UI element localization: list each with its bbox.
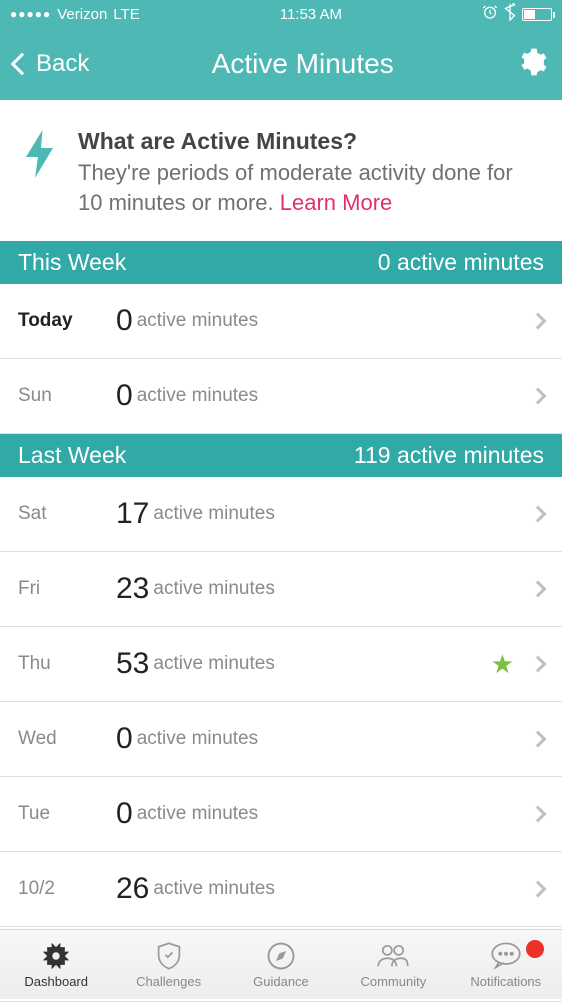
info-card: What are Active Minutes? They're periods… <box>0 100 562 241</box>
day-row[interactable]: Today0 active minutes <box>0 284 562 359</box>
minutes-unit: active minutes <box>137 728 258 750</box>
tab-dashboard[interactable]: Dashboard <box>0 940 112 989</box>
day-row[interactable]: Tue0 active minutes <box>0 777 562 852</box>
chevron-right-icon <box>530 313 547 330</box>
tab-label: Guidance <box>253 974 309 989</box>
back-label: Back <box>36 50 89 78</box>
section-header: Last Week 119 active minutes <box>0 434 562 477</box>
section-total: 0 active minutes <box>378 249 544 276</box>
dashboard-icon <box>41 940 71 972</box>
chevron-right-icon <box>530 581 547 598</box>
tab-label: Challenges <box>136 974 201 989</box>
day-row[interactable]: Sat17 active minutes <box>0 477 562 552</box>
bolt-icon <box>22 130 60 217</box>
section-header: This Week 0 active minutes <box>0 241 562 284</box>
day-label: Today <box>18 310 116 332</box>
chevron-right-icon <box>530 388 547 405</box>
day-row[interactable]: Thu53 active minutes ★ <box>0 627 562 702</box>
chevron-right-icon <box>530 806 547 823</box>
section-total: 119 active minutes <box>354 442 544 469</box>
minutes-value: 0 <box>116 379 133 413</box>
day-label: Fri <box>18 578 116 600</box>
minutes-unit: active minutes <box>137 803 258 825</box>
minutes-unit: active minutes <box>153 653 274 675</box>
nav-bar: Back Active Minutes <box>0 28 562 100</box>
back-button[interactable]: Back <box>14 50 89 78</box>
speech-icon <box>490 940 522 972</box>
tab-label: Community <box>360 974 426 989</box>
minutes-value: 17 <box>116 497 149 531</box>
day-row[interactable]: Wed0 active minutes <box>0 702 562 777</box>
minutes-value: 0 <box>116 304 133 338</box>
bluetooth-icon <box>504 3 516 25</box>
day-label: Sun <box>18 385 116 407</box>
page-title: Active Minutes <box>212 48 394 80</box>
info-title: What are Active Minutes? <box>78 128 540 155</box>
minutes-value: 53 <box>116 647 149 681</box>
day-label: Tue <box>18 803 116 825</box>
tab-challenges[interactable]: Challenges <box>112 940 224 989</box>
day-label: Wed <box>18 728 116 750</box>
tab-label: Notifications <box>470 974 541 989</box>
chevron-right-icon <box>530 731 547 748</box>
tab-label: Dashboard <box>24 974 88 989</box>
tab-guidance[interactable]: Guidance <box>225 940 337 989</box>
gear-icon <box>516 46 548 78</box>
network-label: LTE <box>113 6 139 23</box>
section-title: Last Week <box>18 442 126 469</box>
minutes-unit: active minutes <box>137 310 258 332</box>
tab-notifications[interactable]: Notifications <box>450 940 562 989</box>
compass-icon <box>266 940 296 972</box>
day-row[interactable]: Fri23 active minutes <box>0 552 562 627</box>
shield-icon <box>155 940 183 972</box>
day-label: Sat <box>18 503 116 525</box>
carrier-label: Verizon <box>57 6 107 23</box>
minutes-unit: active minutes <box>153 878 274 900</box>
learn-more-link[interactable]: Learn More <box>280 190 393 215</box>
minutes-unit: active minutes <box>153 578 274 600</box>
day-label: 10/2 <box>18 878 116 900</box>
status-bar: ●●●●● Verizon LTE 11:53 AM <box>0 0 562 28</box>
day-row[interactable]: Sun0 active minutes <box>0 359 562 434</box>
minutes-value: 0 <box>116 722 133 756</box>
day-row[interactable]: 10/226 active minutes <box>0 852 562 927</box>
status-time: 11:53 AM <box>280 6 342 23</box>
day-label: Thu <box>18 653 116 675</box>
chevron-right-icon <box>530 506 547 523</box>
chevron-right-icon <box>530 881 547 898</box>
settings-button[interactable] <box>516 46 548 83</box>
chevron-right-icon <box>530 656 547 673</box>
minutes-value: 23 <box>116 572 149 606</box>
minutes-unit: active minutes <box>153 503 274 525</box>
alarm-icon <box>482 4 498 24</box>
tab-community[interactable]: Community <box>337 940 449 989</box>
minutes-value: 26 <box>116 872 149 906</box>
notification-badge <box>526 940 544 958</box>
chevron-left-icon <box>11 53 34 76</box>
battery-icon <box>522 8 552 21</box>
section-title: This Week <box>18 249 126 276</box>
info-text: They're periods of moderate activity don… <box>78 158 540 217</box>
tab-bar: Dashboard Challenges Guidance Community … <box>0 929 562 999</box>
people-icon <box>376 940 410 972</box>
star-icon: ★ <box>491 649 514 680</box>
minutes-unit: active minutes <box>137 385 258 407</box>
minutes-value: 0 <box>116 797 133 831</box>
signal-icon: ●●●●● <box>10 7 51 21</box>
